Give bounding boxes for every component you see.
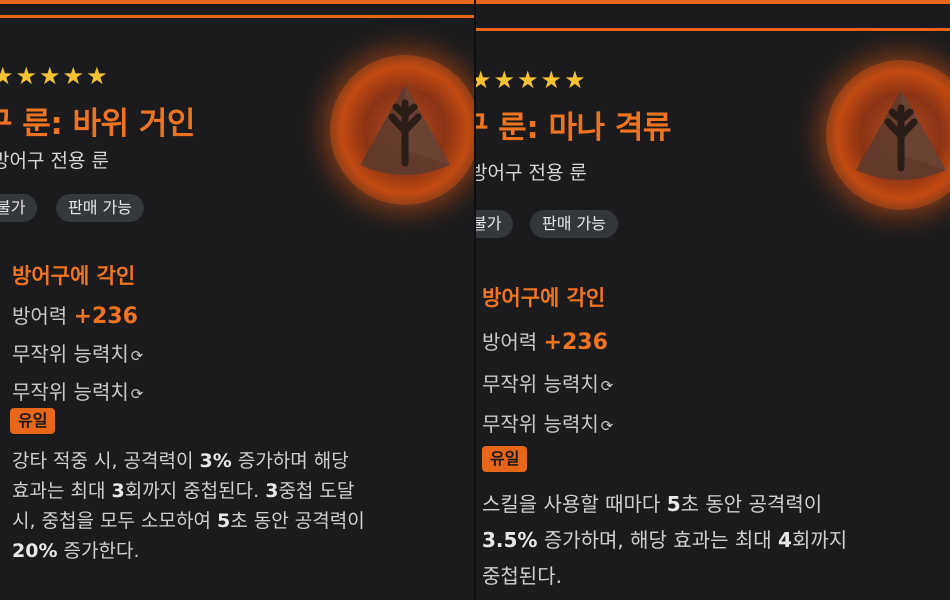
tag-sellable: 판매 가능 (530, 210, 618, 238)
rarity-badge: 유일 (482, 446, 528, 472)
rune-card-left: ★★★★★ 구 룬: 바위 거인 방어구 전용 룬 불가 판매 가능 방어구에 … (0, 0, 474, 600)
item-title: 구 룬: 바위 거인 (0, 106, 195, 142)
rune-description: 강타 적중 시, 공격력이 3% 증가하며 해당 효과는 최대 3회까지 중첩된… (12, 446, 365, 566)
rune-description: 스킬을 사용할 때마다 5초 동안 공격력이 3.5% 증가하며, 해당 효과는… (482, 486, 847, 594)
random-stat-2: 무작위 능력치 ⟳ (12, 376, 143, 405)
description-line: 시, 중첩을 모두 소모하여 5초 동안 공격력이 (12, 510, 365, 532)
defense-label: 방어력 (482, 330, 538, 354)
random-stat-2: 무작위 능력치 ⟳ (482, 408, 613, 437)
rune-stone-icon (826, 60, 950, 210)
random-stat-label: 무작위 능력치 (482, 412, 599, 436)
rune-card-right: ★★★★★ 구 룬: 마나 격류 방어구 전용 룬 불가 판매 가능 방어구에 … (476, 0, 950, 600)
description-line: 효과는 최대 3회까지 중첩된다. 3중첩 도달 (12, 480, 355, 502)
top-accent-bar (0, 0, 474, 4)
description-line: 스킬을 사용할 때마다 5초 동안 공격력이 (482, 492, 823, 516)
accent-stripe (476, 28, 950, 31)
tag-trade: 불가 (0, 194, 38, 222)
refresh-icon[interactable]: ⟳ (131, 385, 144, 403)
random-stat-label: 무작위 능력치 (12, 342, 129, 366)
refresh-icon[interactable]: ⟳ (601, 377, 614, 395)
rarity-badge: 유일 (10, 408, 56, 434)
item-subtitle: 방어구 전용 룬 (0, 150, 109, 172)
refresh-icon[interactable]: ⟳ (131, 347, 144, 365)
random-stat-1: 무작위 능력치 ⟳ (12, 338, 143, 367)
defense-value: +236 (543, 330, 608, 355)
description-line: 20% 증가한다. (12, 540, 140, 562)
tag-sellable: 판매 가능 (56, 194, 144, 222)
tag-trade: 불가 (476, 210, 514, 238)
description-line: 3.5% 증가하며, 해당 효과는 최대 4회까지 (482, 528, 848, 552)
random-stat-1: 무작위 능력치 ⟳ (482, 368, 613, 397)
accent-stripe (0, 15, 474, 18)
random-stat-label: 무작위 능력치 (12, 380, 129, 404)
star-rating: ★★★★★ (0, 62, 110, 90)
top-accent-bar (476, 0, 950, 4)
engrave-section-title: 방어구에 각인 (12, 264, 136, 288)
star-rating: ★★★★★ (476, 66, 588, 94)
description-line: 중첩된다. (482, 564, 562, 588)
defense-label: 방어력 (12, 304, 68, 328)
refresh-icon[interactable]: ⟳ (601, 417, 614, 435)
defense-value: +236 (73, 304, 138, 329)
defense-stat: 방어력 +236 (482, 326, 608, 355)
description-line: 강타 적중 시, 공격력이 3% 증가하며 해당 (12, 450, 349, 472)
item-title: 구 룬: 마나 격류 (476, 110, 671, 146)
engrave-section-title: 방어구에 각인 (482, 286, 606, 310)
defense-stat: 방어력 +236 (12, 300, 138, 329)
random-stat-label: 무작위 능력치 (482, 372, 599, 396)
item-subtitle: 방어구 전용 룬 (476, 162, 587, 184)
rune-stone-icon (330, 55, 474, 205)
